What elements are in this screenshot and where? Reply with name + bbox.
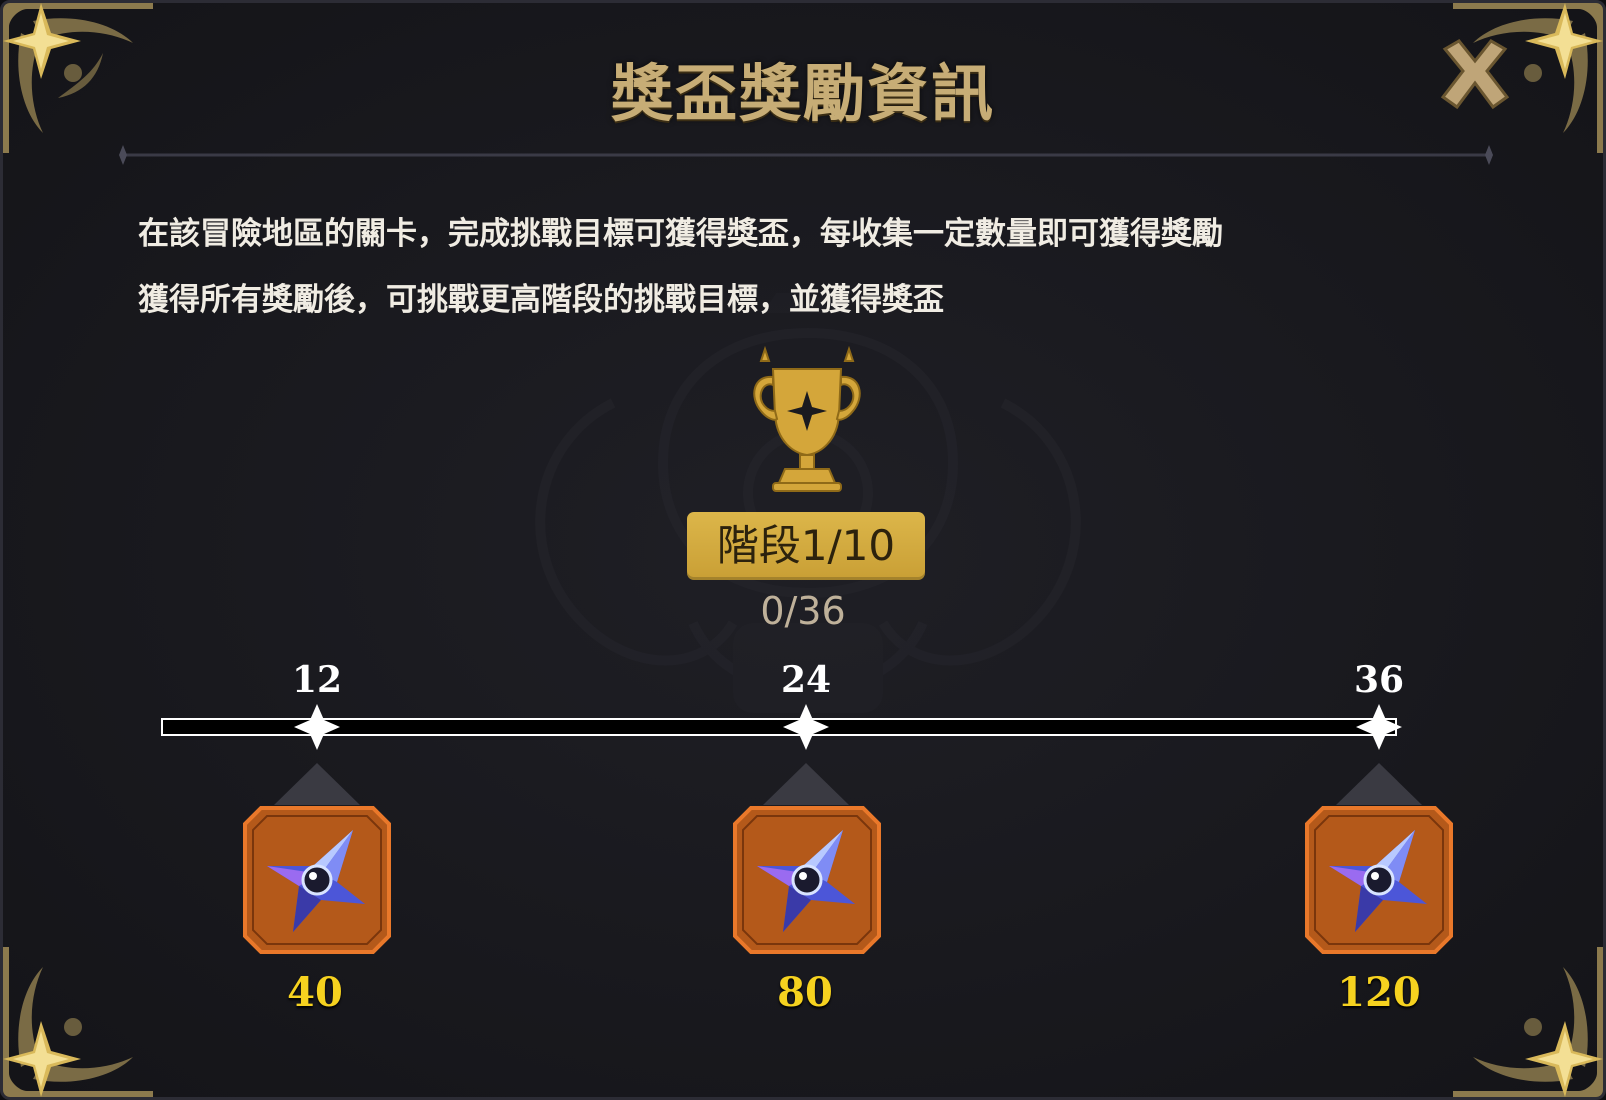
- reward-frame: [1305, 806, 1453, 954]
- corner-ornament-bottom-left: [3, 947, 153, 1097]
- milestone-threshold: 24: [780, 659, 832, 701]
- reward-amount: 120: [1337, 969, 1421, 1016]
- close-icon: [1440, 39, 1510, 110]
- reward-pointer: [274, 763, 360, 805]
- corner-ornament-bottom-right: [1453, 947, 1603, 1097]
- reward-amount: 80: [777, 969, 833, 1016]
- stage-badge: 階段1/10: [687, 512, 925, 580]
- milestone-threshold: 12: [291, 659, 343, 701]
- reward-slot[interactable]: [731, 804, 883, 956]
- title-divider: [119, 145, 1493, 165]
- trophy-reward-dialog: 獎盃獎勵資訊 在該冒險地區的關卡，完成挑戰目標可獲得獎盃，每收集一定數量即可獲得…: [0, 0, 1606, 1100]
- milestone-node: [783, 704, 829, 750]
- description-line: 在該冒險地區的關卡，完成挑戰目標可獲得獎盃，每收集一定數量即可獲得獎勵: [138, 216, 1223, 252]
- dialog-title: 獎盃獎勵資訊: [610, 57, 995, 130]
- milestone-node: [1356, 704, 1402, 750]
- reward-amount: 40: [287, 969, 343, 1016]
- trophy-icon: [753, 345, 861, 492]
- reward-frame: [243, 806, 391, 954]
- milestone-progress-track: [161, 718, 1397, 736]
- reward-slot[interactable]: [1303, 804, 1455, 956]
- reward-pointer: [763, 763, 849, 805]
- reward-slot[interactable]: [241, 804, 393, 956]
- milestone-node: [294, 704, 340, 750]
- reward-frame: [733, 806, 881, 954]
- trophy-progress-count: 0/36: [760, 589, 846, 633]
- description-line: 獲得所有獎勵後，可挑戰更高階段的挑戰目標，並獲得獎盃: [138, 282, 944, 318]
- reward-pointer: [1336, 763, 1422, 805]
- close-button[interactable]: [1437, 37, 1513, 113]
- description: 在該冒險地區的關卡，完成挑戰目標可獲得獎盃，每收集一定數量即可獲得獎勵 獲得所有…: [138, 201, 1478, 333]
- milestone-threshold: 36: [1353, 659, 1405, 701]
